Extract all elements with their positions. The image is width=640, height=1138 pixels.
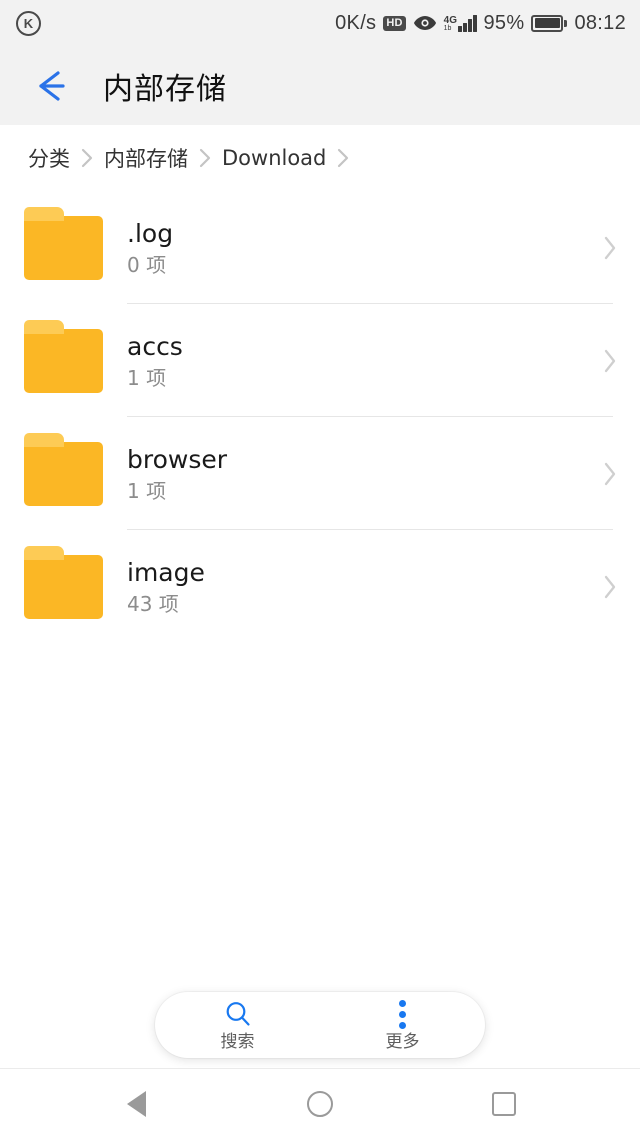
table-row[interactable]: accs 1 项	[0, 304, 640, 417]
network-speed-label: 0K/s	[335, 11, 377, 34]
folder-icon	[0, 319, 127, 393]
eye-icon	[413, 15, 437, 31]
file-name: accs	[127, 331, 183, 361]
page-title: 内部存储	[103, 71, 227, 107]
file-row-text: browser 1 项	[127, 445, 580, 503]
nav-home-circle-icon[interactable]	[293, 1077, 347, 1131]
more-label: 更多	[385, 1032, 420, 1052]
chevron-right-icon	[70, 147, 104, 169]
more-vertical-icon	[399, 998, 406, 1030]
search-button[interactable]: 搜索	[155, 992, 320, 1058]
chevron-right-icon[interactable]	[580, 347, 640, 375]
chevron-right-icon	[188, 147, 222, 169]
file-list: .log 0 项 accs 1 项 browser 1 项 image 43 项	[0, 191, 640, 643]
table-row[interactable]: browser 1 项	[0, 417, 640, 530]
breadcrumb: 分类 内部存储 Download	[0, 125, 640, 191]
status-bar-right: 0K/s HD 4G 1b 95% 08:12	[335, 12, 626, 35]
search-icon	[223, 998, 253, 1030]
circled-k-icon: K	[16, 10, 41, 36]
file-row-text: accs 1 项	[127, 332, 580, 390]
folder-icon	[0, 206, 127, 280]
arrow-left-icon[interactable]	[30, 64, 74, 108]
battery-percent-label: 95%	[483, 11, 525, 34]
more-button[interactable]: 更多	[320, 992, 485, 1058]
phone-screen: K 0K/s HD 4G 1b 95% 08:12 内部存储 分类 内部存储 D…	[0, 0, 640, 1138]
file-meta: 1 项	[127, 478, 167, 503]
chevron-right-icon[interactable]	[580, 234, 640, 262]
network-type-label: 4G 1b	[443, 14, 457, 32]
table-row[interactable]: .log 0 项	[0, 191, 640, 304]
file-meta: 0 项	[127, 252, 167, 277]
bottom-toolbar: 搜索 更多	[155, 992, 485, 1058]
table-row[interactable]: image 43 项	[0, 530, 640, 643]
breadcrumb-item-1[interactable]: 内部存储	[104, 143, 188, 173]
file-meta: 43 项	[127, 591, 179, 616]
file-row-text: image 43 项	[127, 558, 580, 616]
system-nav-bar	[0, 1068, 640, 1138]
chevron-right-icon[interactable]	[580, 573, 640, 601]
file-row-text: .log 0 项	[127, 219, 580, 277]
folder-icon	[0, 545, 127, 619]
nav-back-triangle-icon[interactable]	[109, 1077, 163, 1131]
battery-icon	[531, 14, 568, 32]
signal-bars-icon	[458, 14, 477, 32]
status-bar-left: K	[16, 10, 41, 36]
chevron-right-icon	[326, 147, 360, 169]
nav-recents-square-icon[interactable]	[477, 1077, 531, 1131]
file-name: .log	[127, 218, 174, 248]
file-name: browser	[127, 444, 228, 474]
hd-icon: HD	[383, 15, 406, 31]
search-label: 搜索	[220, 1032, 255, 1052]
chevron-right-icon[interactable]	[580, 460, 640, 488]
app-bar: 内部存储	[0, 46, 640, 125]
breadcrumb-item-0[interactable]: 分类	[28, 143, 70, 173]
breadcrumb-item-2[interactable]: Download	[222, 146, 326, 170]
file-meta: 1 项	[127, 365, 167, 390]
network-signal-indicator: 4G 1b	[443, 14, 477, 32]
file-name: image	[127, 557, 205, 587]
clock-label: 08:12	[574, 11, 626, 34]
status-bar: K 0K/s HD 4G 1b 95% 08:12	[0, 0, 640, 46]
folder-icon	[0, 432, 127, 506]
